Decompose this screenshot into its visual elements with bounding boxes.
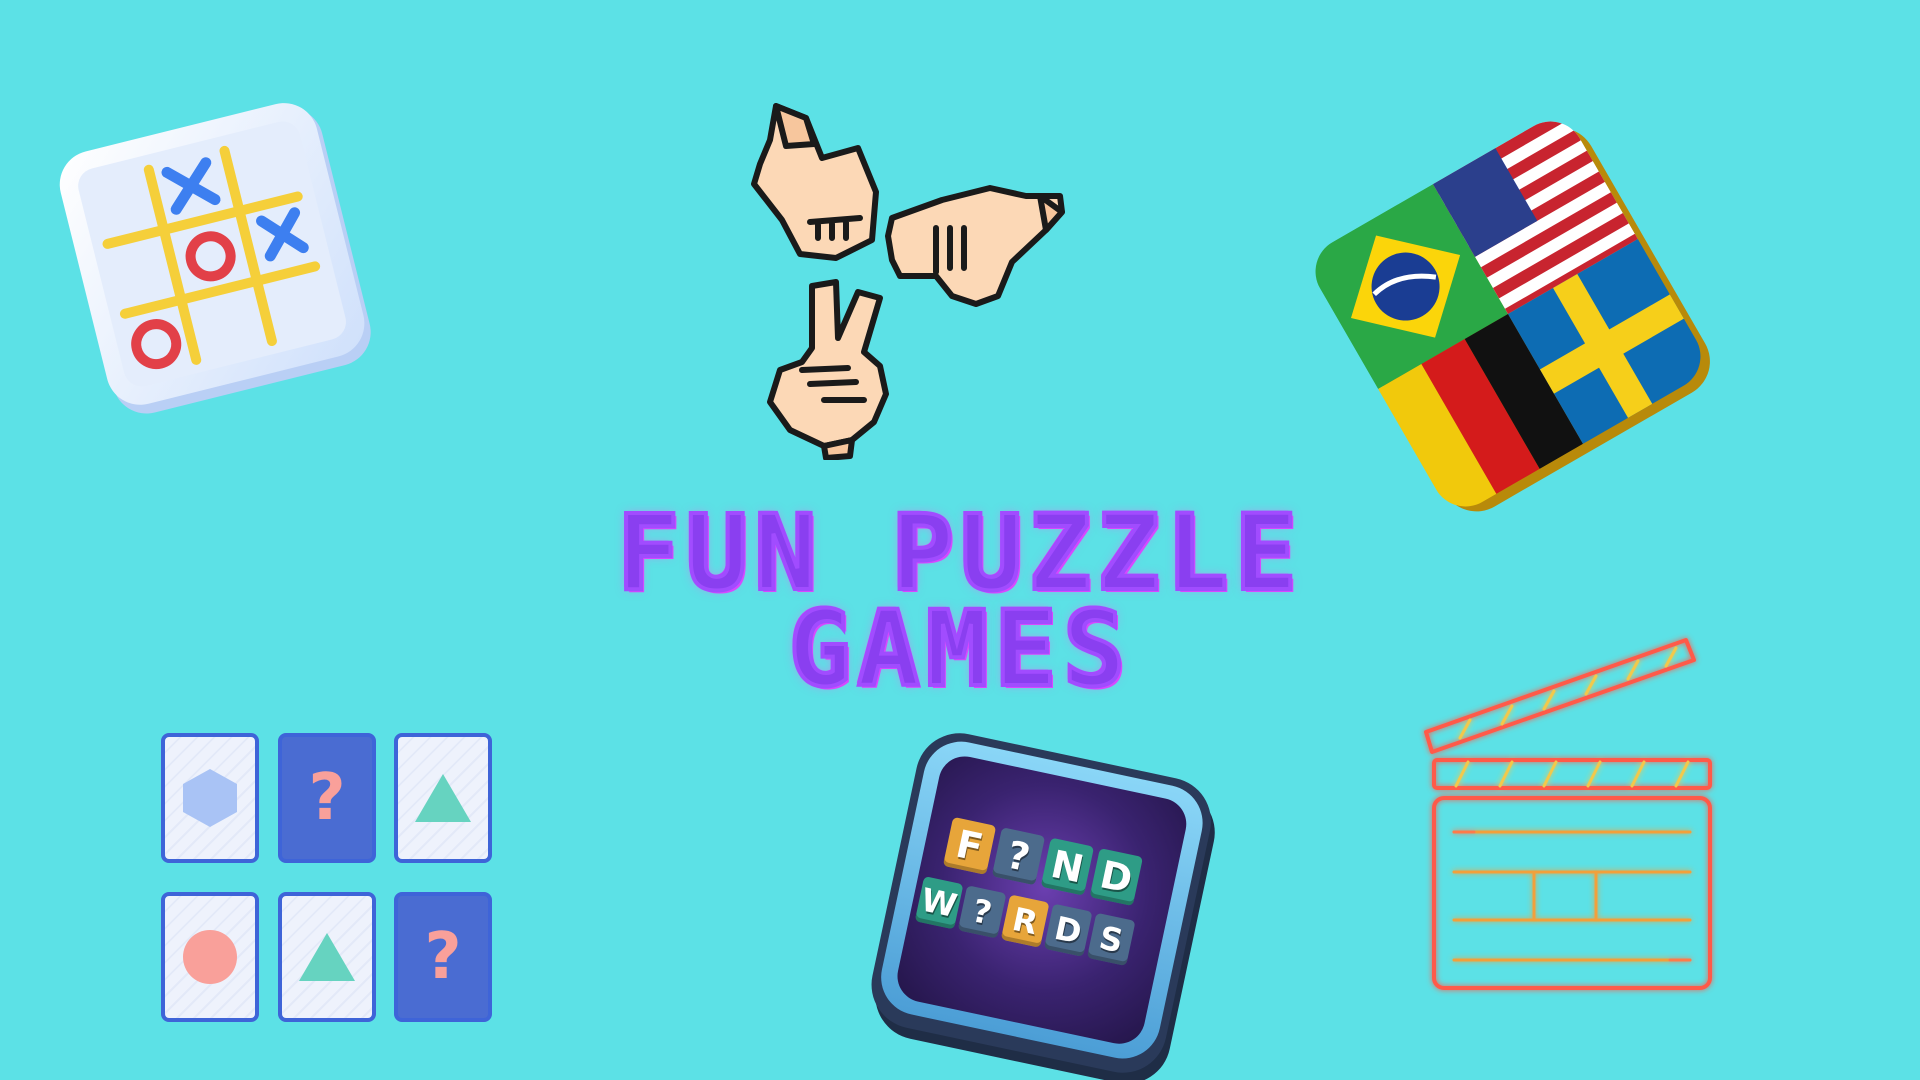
rock-paper-scissors-icon: [751, 103, 1065, 461]
memory-card: ?: [394, 892, 492, 1022]
flags-quiz-icon: [1303, 109, 1713, 519]
rock-paper-scissors-game-tile[interactable]: [740, 100, 1070, 461]
movie-quiz-game-tile[interactable]: [1410, 620, 1730, 1000]
memory-card: [161, 733, 259, 863]
flags-quiz-game-tile[interactable]: [1303, 109, 1713, 530]
question-mark-icon: ?: [424, 920, 462, 994]
game-menu-screen: FUN PUZZLE GAMES ? ? F ? N D W ? R D S: [0, 0, 1920, 1080]
tic-tac-toe-icon: [59, 103, 371, 414]
find-words-game-tile[interactable]: F ? N D W ? R D S: [849, 713, 1250, 1080]
title-line-1: FUN PUZZLE: [615, 492, 1304, 614]
triangle-icon: [415, 774, 471, 822]
find-words-icon: F ? N D W ? R D S: [863, 725, 1220, 1080]
tic-tac-toe-game-tile[interactable]: [48, 86, 412, 450]
memory-cards-icon: ? ?: [160, 732, 500, 1032]
hexagon-icon: [183, 769, 237, 827]
question-mark-icon: ?: [308, 761, 346, 835]
page-title: FUN PUZZLE GAMES: [460, 492, 1460, 710]
circle-icon: [183, 930, 237, 984]
clapperboard-icon: [1424, 638, 1712, 990]
memory-cards-game-tile[interactable]: ? ?: [160, 732, 500, 1032]
triangle-icon: [299, 933, 355, 981]
title-line-2: GAMES: [786, 588, 1132, 710]
memory-card: [278, 892, 376, 1022]
memory-card: [394, 733, 492, 863]
memory-card: [161, 892, 259, 1022]
memory-card: ?: [278, 733, 376, 863]
